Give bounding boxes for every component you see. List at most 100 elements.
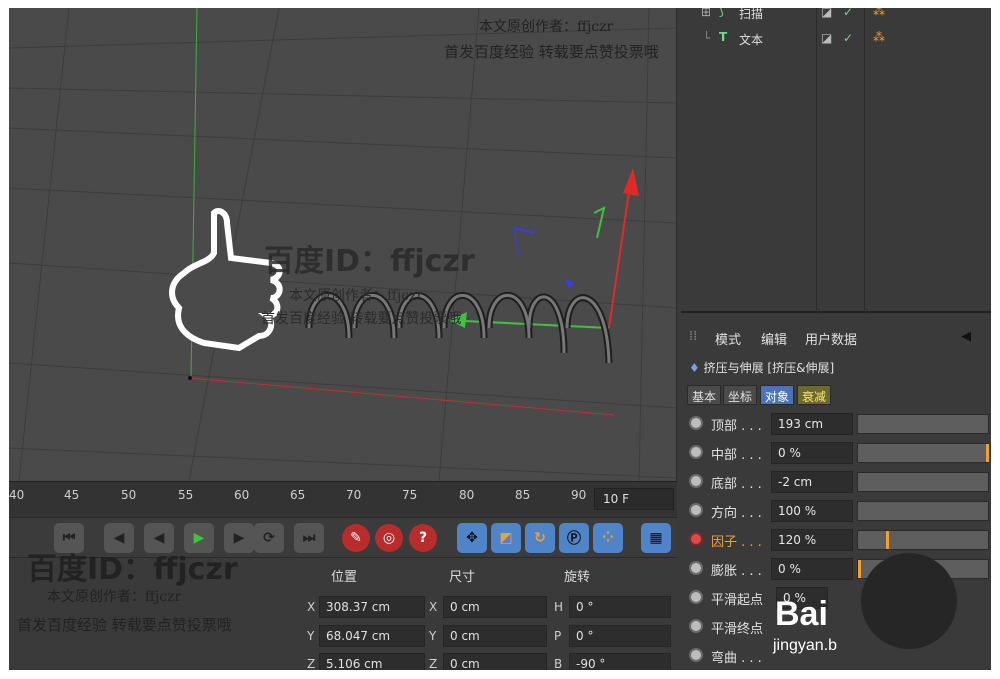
- object-row[interactable]: ⊞ ⟆ 扫描 ◪ ✓ ⁂: [681, 8, 991, 24]
- animate-radio-icon[interactable]: [689, 474, 703, 488]
- layer-icon[interactable]: ◪: [821, 31, 832, 45]
- timeline-frame-label: 85: [515, 488, 531, 502]
- animate-radio-icon[interactable]: [689, 445, 703, 459]
- param-row: 顶部 . . . 193 cm: [681, 411, 991, 437]
- timeline-frame-label: 80: [459, 488, 475, 502]
- play-backward-icon[interactable]: ◀: [144, 523, 174, 553]
- object-name: 文本: [739, 33, 764, 47]
- param-row: 弯曲 . . .: [681, 643, 991, 669]
- param-label: 顶部 . . .: [711, 419, 762, 434]
- animate-radio-icon[interactable]: [689, 590, 703, 604]
- param-slider[interactable]: [857, 501, 989, 521]
- loop-icon[interactable]: ⟳: [254, 523, 284, 553]
- play-forward-icon[interactable]: ▶: [184, 523, 214, 553]
- param-middle-field[interactable]: 0 %: [771, 442, 853, 464]
- param-factor-field[interactable]: 120 %: [771, 529, 853, 551]
- coord-axis-label: X: [429, 600, 438, 614]
- param-slider[interactable]: [857, 443, 989, 463]
- object-manager: ⊞ ⟆ 扫描 ◪ ✓ ⁂ └ T 文本 ◪ ✓ ⁂: [681, 8, 991, 313]
- animate-radio-icon[interactable]: [689, 416, 703, 430]
- timeline-frame-label: 75: [402, 488, 418, 502]
- tag-icon[interactable]: ⁂: [873, 30, 885, 44]
- animate-radio-icon[interactable]: [689, 619, 703, 633]
- size-y-field[interactable]: 0 cm: [443, 625, 547, 647]
- previous-frame-icon[interactable]: ◀: [104, 523, 134, 553]
- timeline-frame-label: 65: [290, 488, 306, 502]
- watermark-bottom-share: 首发百度经验 转载要点赞投票哦: [17, 616, 232, 634]
- tab-falloff[interactable]: 衰减: [797, 385, 832, 405]
- param-bottom-field[interactable]: -2 cm: [771, 471, 853, 493]
- current-frame-field[interactable]: 10 F: [594, 488, 674, 510]
- position-z-field[interactable]: 5.106 cm: [319, 653, 425, 670]
- record-keyframe-icon[interactable]: ✎: [342, 524, 370, 552]
- param-label: 平滑终点: [711, 622, 764, 637]
- viewport-scene: [9, 8, 676, 481]
- param-label: 底部 . . .: [711, 477, 762, 492]
- timeline-frame-label: 45: [64, 488, 80, 502]
- go-to-end-icon[interactable]: ⏭: [294, 523, 324, 553]
- text-object-icon: T: [719, 30, 728, 44]
- move-tool-icon[interactable]: ✥: [457, 523, 487, 553]
- keyframe-help-icon[interactable]: ?: [409, 524, 437, 552]
- coord-axis-label: X: [307, 600, 316, 614]
- param-label: 平滑起点: [711, 593, 764, 608]
- timeline-frame-label: 60: [234, 488, 250, 502]
- parameter-icon[interactable]: Ⓟ: [559, 523, 589, 553]
- timeline-window-icon[interactable]: ▦: [641, 523, 671, 553]
- animate-radio-icon[interactable]: [689, 561, 703, 575]
- timeline-frame-label: 70: [346, 488, 362, 502]
- tab-coordinates[interactable]: 坐标: [723, 385, 758, 405]
- scale-tool-icon[interactable]: ◩: [491, 523, 521, 553]
- world-x-axis: [188, 377, 615, 416]
- param-direction-field[interactable]: 100 %: [771, 500, 853, 522]
- go-to-start-icon[interactable]: ⏮: [54, 523, 84, 553]
- size-x-field[interactable]: 0 cm: [443, 596, 547, 618]
- animate-radio-icon[interactable]: [689, 648, 703, 662]
- coord-axis-label: P: [554, 629, 562, 643]
- point-level-icon[interactable]: ⁘: [593, 523, 623, 553]
- rotation-h-field[interactable]: 0 °: [569, 596, 671, 618]
- expand-icon[interactable]: ⊞: [701, 8, 711, 19]
- param-label: 弯曲 . . .: [711, 651, 762, 666]
- enabled-check-icon[interactable]: ✓: [843, 31, 853, 45]
- param-label: 方向 . . .: [711, 506, 762, 521]
- viewport-3d[interactable]: 百度ID：ffjczr 本文原创作者：ffjczr 首发百度经验 转载要点赞投票…: [9, 8, 677, 481]
- rotation-b-field[interactable]: -90 °: [569, 653, 671, 670]
- layer-icon[interactable]: ◪: [821, 8, 832, 19]
- attribute-manager: ⁞⁞ 模式 编辑 用户数据 ◀ ♦ 挤压与伸展 [挤压&伸展] 基本 坐标 对象…: [681, 315, 991, 670]
- object-row[interactable]: └ T 文本 ◪ ✓ ⁂: [681, 28, 991, 50]
- rotation-p-field[interactable]: 0 °: [569, 625, 671, 647]
- param-top-field[interactable]: 193 cm: [771, 413, 853, 435]
- tab-object[interactable]: 对象: [760, 385, 795, 405]
- menu-edit[interactable]: 编辑: [761, 329, 787, 348]
- baidu-paw-logo: [861, 553, 957, 649]
- tag-icon[interactable]: ⁂: [873, 8, 885, 18]
- animate-radio-icon[interactable]: [689, 503, 703, 517]
- menu-mode[interactable]: 模式: [715, 329, 741, 348]
- param-row: 中部 . . . 0 %: [681, 440, 991, 466]
- back-arrow-icon[interactable]: ◀: [961, 329, 971, 344]
- param-row: 因子 . . . 120 %: [681, 527, 991, 553]
- param-bulge-field[interactable]: 0 %: [771, 558, 853, 580]
- param-slider[interactable]: [857, 472, 989, 492]
- position-x-field[interactable]: 308.37 cm: [319, 596, 425, 618]
- rotate-tool-icon[interactable]: ↻: [525, 523, 555, 553]
- position-y-field[interactable]: 68.047 cm: [319, 625, 425, 647]
- coord-header-position: 位置: [331, 570, 358, 585]
- size-z-field[interactable]: 0 cm: [443, 653, 547, 670]
- timeline-frame-label: 90: [571, 488, 587, 502]
- coord-axis-label: H: [554, 600, 564, 614]
- enabled-check-icon[interactable]: ✓: [843, 8, 853, 19]
- timeline-frame-label: 40: [9, 488, 25, 502]
- param-smooth-start-field[interactable]: 0 %: [776, 587, 828, 609]
- tab-basic[interactable]: 基本: [687, 385, 722, 405]
- next-frame-icon[interactable]: ▶: [224, 523, 254, 553]
- animate-radio-icon[interactable]: [689, 532, 703, 546]
- param-slider[interactable]: [857, 414, 989, 434]
- coord-header-size: 尺寸: [449, 570, 476, 585]
- param-slider[interactable]: [857, 530, 989, 550]
- auto-keyframe-icon[interactable]: ◎: [375, 524, 403, 552]
- menu-user-data[interactable]: 用户数据: [805, 329, 857, 348]
- timeline-ruler[interactable]: 40 45 50 55 60 65 70 75 80 85 90 10 F: [9, 481, 677, 517]
- timeline-frame-label: 55: [178, 488, 194, 502]
